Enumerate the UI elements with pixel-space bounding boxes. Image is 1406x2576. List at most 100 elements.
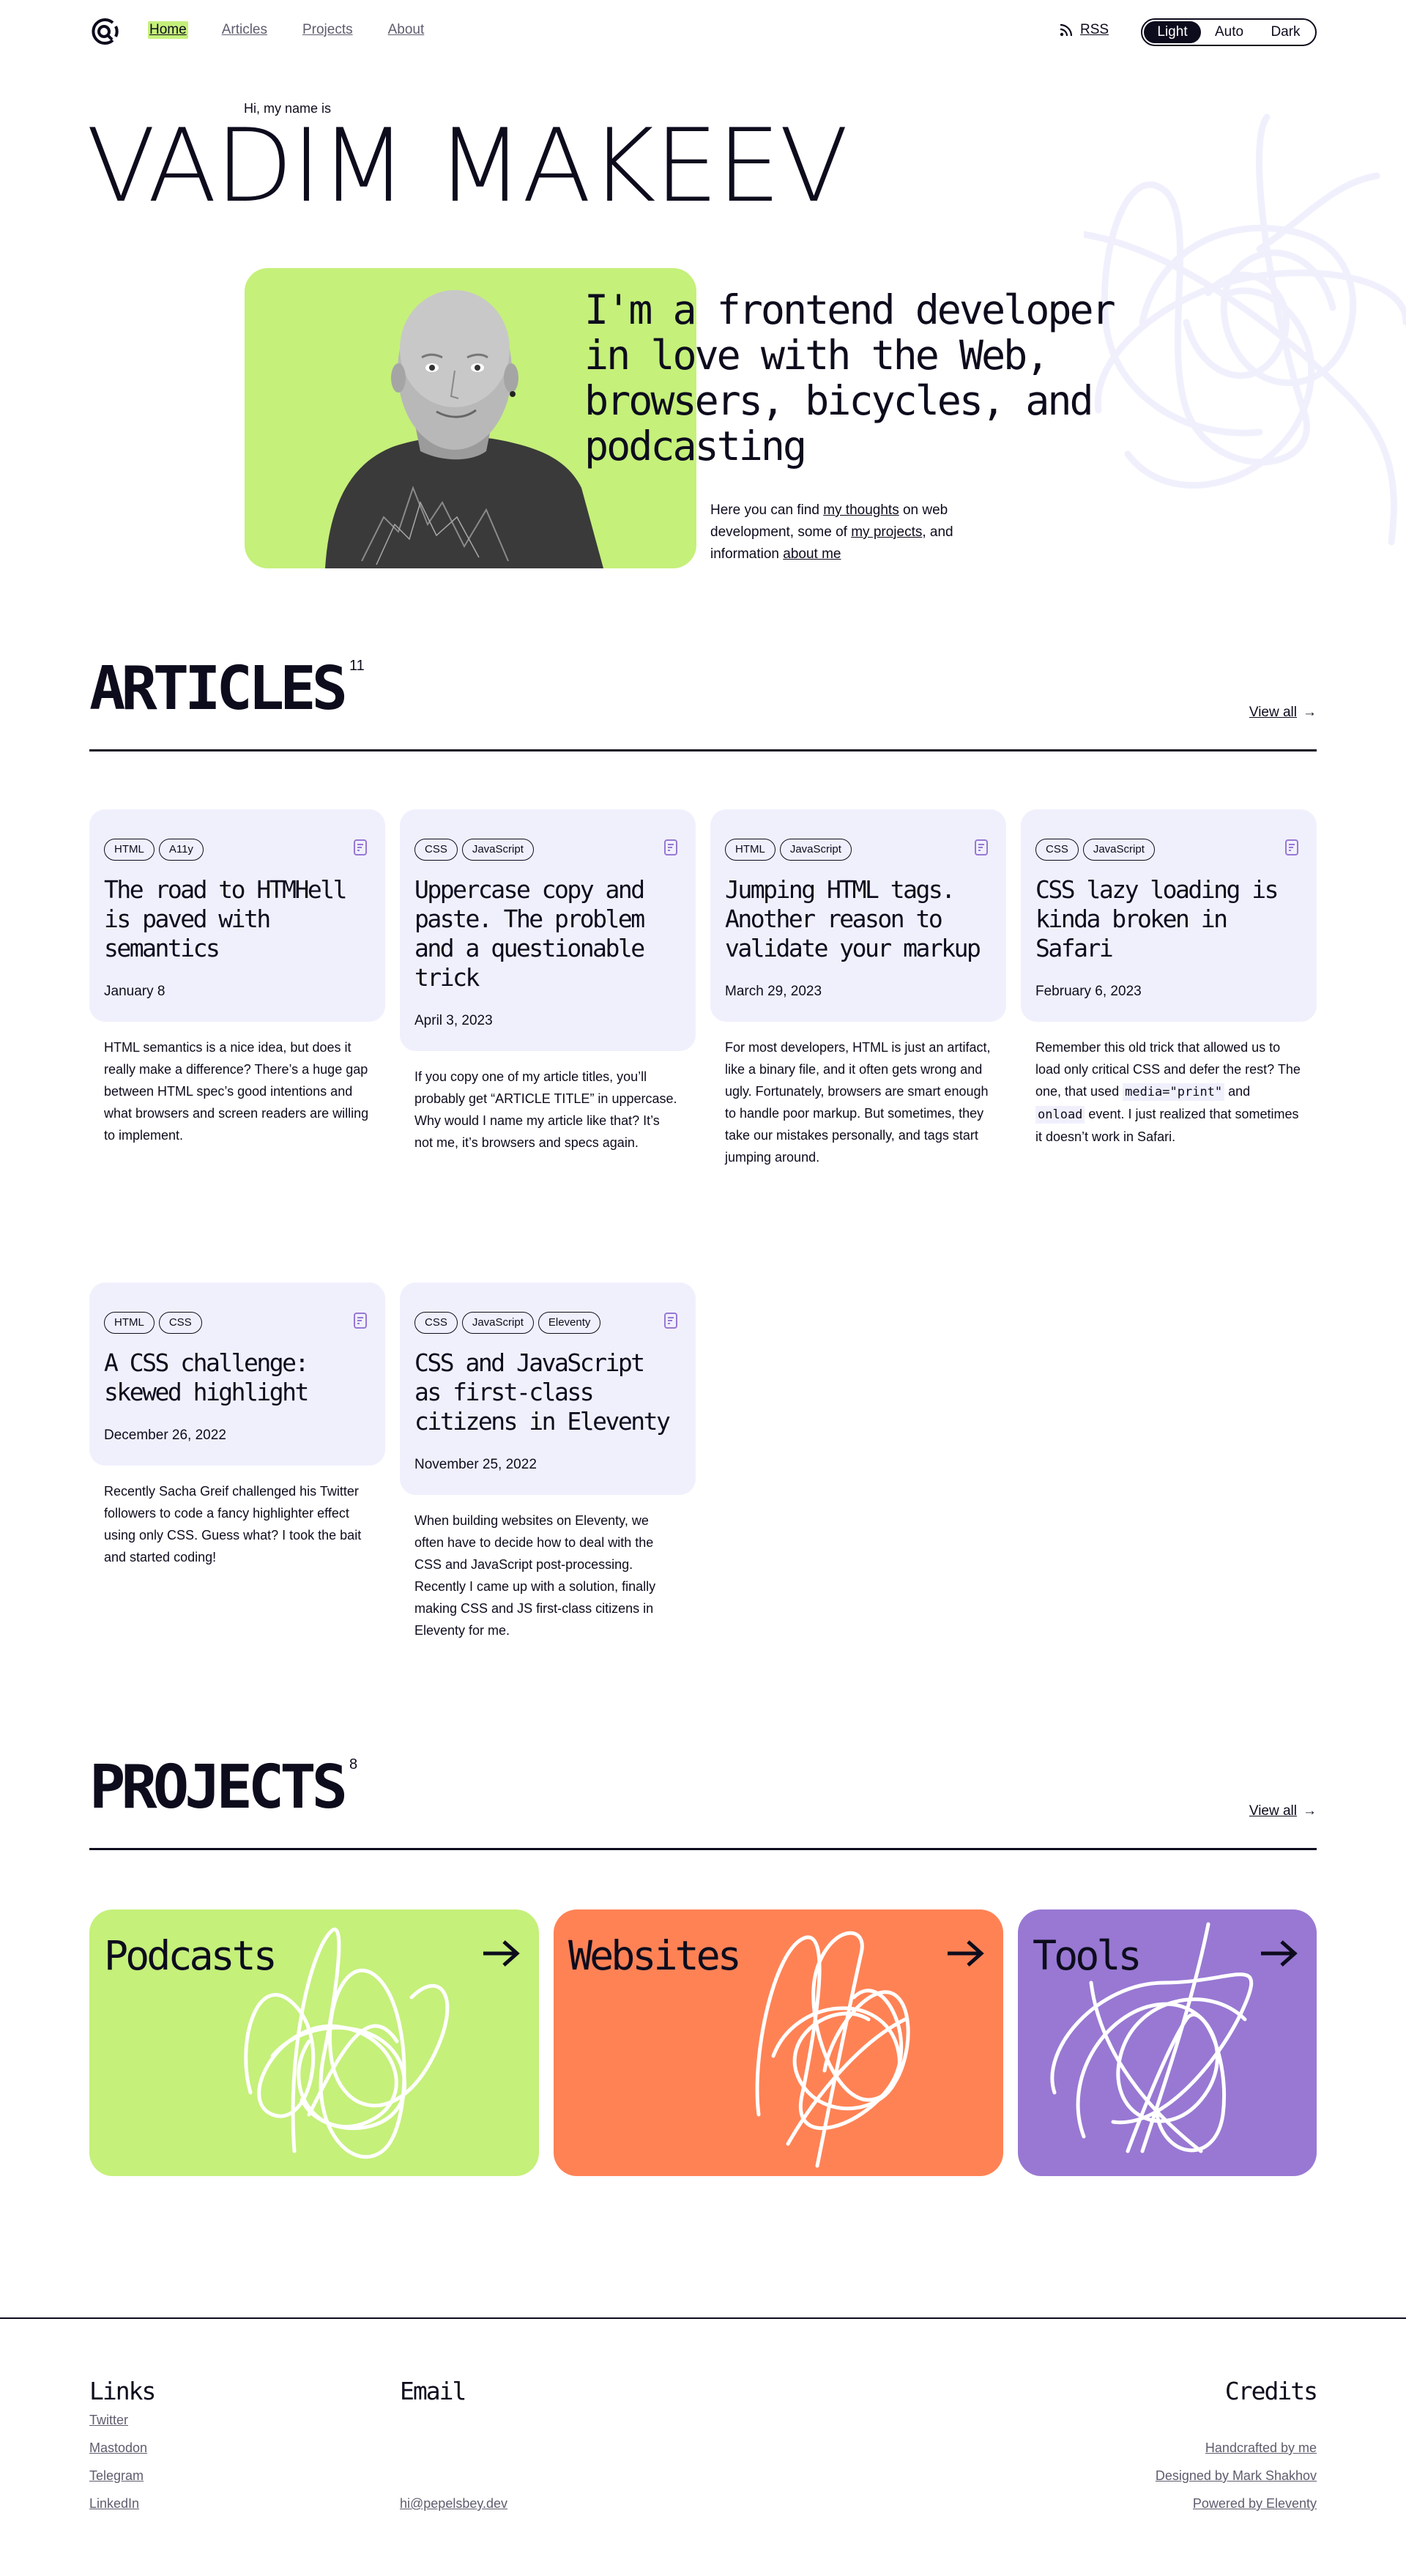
credit-powered[interactable]: Powered by Eleventy <box>1156 2490 1317 2517</box>
articles-section-header: ARTICLES 11 View all → <box>89 654 1317 751</box>
tag-list: HTML A11y <box>104 839 371 861</box>
tag[interactable]: Eleventy <box>538 1312 601 1334</box>
footer-links: Links Twitter Mastodon Telegram LinkedIn <box>89 2377 156 2517</box>
article-card-header[interactable]: HTML CSS A CSS challenge: skewed highligh… <box>89 1283 385 1466</box>
article-title[interactable]: Uppercase copy and paste. The problem an… <box>414 875 681 992</box>
project-label: Websites <box>568 1932 742 1979</box>
footer-link-mastodon[interactable]: Mastodon <box>89 2434 155 2462</box>
articles-heading: ARTICLES <box>89 654 348 724</box>
tag[interactable]: HTML <box>104 839 155 861</box>
article-card[interactable]: HTML A11y The road to HTMHell is paved wi… <box>89 809 385 1146</box>
article-title[interactable]: CSS lazy loading is kinda broken in Safa… <box>1035 875 1302 963</box>
articles-view-all-link[interactable]: View all <box>1249 705 1297 721</box>
tag-list: CSS JavaScript <box>414 839 681 861</box>
article-date: January 8 <box>104 984 165 999</box>
inline-code: onload <box>1035 1106 1085 1124</box>
tag[interactable]: JavaScript <box>461 839 534 861</box>
email-link[interactable]: hi@pepelsbey.dev <box>400 2490 507 2517</box>
document-icon <box>354 839 367 855</box>
article-card[interactable]: CSS JavaScript CSS lazy loading is kinda … <box>1021 809 1317 1148</box>
tag-list: HTML CSS <box>104 1312 371 1334</box>
article-excerpt: When building websites on Eleventy, we o… <box>400 1495 696 1641</box>
article-card[interactable]: CSS JavaScript Uppercase copy and paste. … <box>400 809 696 1154</box>
article-card[interactable]: HTML JavaScript Jumping HTML tags. Anothe… <box>710 809 1006 1168</box>
document-icon <box>664 839 677 855</box>
credit-designed[interactable]: Designed by Mark Shakhov <box>1156 2462 1317 2490</box>
document-icon <box>1285 839 1298 855</box>
nav-projects[interactable]: Projects <box>301 21 354 39</box>
article-date: March 29, 2023 <box>725 984 822 999</box>
article-card-header[interactable]: HTML JavaScript Jumping HTML tags. Anothe… <box>710 809 1006 1022</box>
article-card-header[interactable]: HTML A11y The road to HTMHell is paved wi… <box>89 809 385 1022</box>
arrow-right-icon <box>948 1940 984 1967</box>
my-projects-link[interactable]: my projects <box>851 524 922 540</box>
footer-credits-title: Credits <box>1224 2377 1318 2405</box>
projects-heading: PROJECTS <box>89 1753 348 1822</box>
nav-about[interactable]: About <box>387 21 426 39</box>
tag[interactable]: CSS <box>1035 839 1079 861</box>
document-icon <box>975 839 988 855</box>
document-icon <box>664 1313 677 1329</box>
tag[interactable]: JavaScript <box>461 1312 534 1334</box>
tag[interactable]: CSS <box>414 1312 458 1334</box>
article-excerpt: If you copy one of my article titles, yo… <box>400 1051 696 1154</box>
theme-auto[interactable]: Auto <box>1201 21 1257 43</box>
project-tools[interactable]: Tools <box>1018 1909 1317 2176</box>
logo-icon[interactable] <box>89 16 119 47</box>
footer-link-twitter[interactable]: Twitter <box>89 2406 155 2434</box>
projects-view-all: View all → <box>1249 1803 1317 1819</box>
tag[interactable]: CSS <box>158 1312 202 1334</box>
projects-view-all-link[interactable]: View all <box>1249 1803 1297 1819</box>
article-title[interactable]: A CSS challenge: skewed highlight <box>104 1348 371 1407</box>
article-card-header[interactable]: CSS JavaScript CSS lazy loading is kinda … <box>1021 809 1317 1022</box>
my-thoughts-link[interactable]: my thoughts <box>823 502 899 518</box>
document-icon <box>354 1313 367 1329</box>
footer-credits: Credits Handcrafted by me Designed by Ma… <box>1156 2377 1318 2517</box>
theme-switcher: Light Auto Dark <box>1141 18 1317 46</box>
theme-dark[interactable]: Dark <box>1257 21 1314 43</box>
tag-list: HTML JavaScript <box>725 839 992 861</box>
footer-link-linkedin[interactable]: LinkedIn <box>89 2490 155 2517</box>
intro-text: Here you can find my thoughts on web dev… <box>710 500 989 565</box>
article-excerpt: For most developers, HTML is just an art… <box>710 1022 1006 1168</box>
excerpt-text: HTML semantics is a nice idea, but does … <box>104 1040 369 1143</box>
article-card[interactable]: CSS JavaScript Eleventy CSS and JavaScript… <box>400 1283 696 1641</box>
main-nav: Home Articles Projects About <box>148 21 458 39</box>
nav-articles[interactable]: Articles <box>220 21 269 39</box>
article-title[interactable]: The road to HTMHell is paved with semant… <box>104 875 371 963</box>
site-header: Home Articles Projects About RSS Light A… <box>0 0 1406 63</box>
article-title[interactable]: CSS and JavaScript as first-class citize… <box>414 1348 681 1436</box>
project-podcasts[interactable]: Podcasts <box>89 1909 539 2176</box>
article-card-header[interactable]: CSS JavaScript Uppercase copy and paste. … <box>400 809 696 1051</box>
arrow-right-icon <box>1261 1940 1298 1967</box>
article-card-header[interactable]: CSS JavaScript Eleventy CSS and JavaScript… <box>400 1283 696 1495</box>
tag[interactable]: A11y <box>158 839 204 861</box>
article-card[interactable]: HTML CSS A CSS challenge: skewed highligh… <box>89 1283 385 1568</box>
theme-light[interactable]: Light <box>1144 21 1201 43</box>
tag[interactable]: CSS <box>414 839 458 861</box>
article-date: April 3, 2023 <box>414 1013 493 1028</box>
nav-home[interactable]: Home <box>148 21 188 39</box>
article-date: December 26, 2022 <box>104 1428 226 1443</box>
excerpt-text: Recently Sacha Greif challenged his Twit… <box>104 1484 362 1564</box>
article-excerpt: Remember this old trick that allowed us … <box>1021 1022 1317 1148</box>
footer-link-telegram[interactable]: Telegram <box>89 2462 155 2490</box>
project-websites[interactable]: Websites <box>554 1909 1003 2176</box>
tag-list: CSS JavaScript Eleventy <box>414 1312 681 1334</box>
project-label: Tools <box>1033 1932 1142 1979</box>
about-me-link[interactable]: about me <box>783 546 841 562</box>
tag[interactable]: JavaScript <box>779 839 852 861</box>
tag[interactable]: HTML <box>104 1312 155 1334</box>
rss-link[interactable]: RSS <box>1080 22 1109 38</box>
arrow-right-icon: → <box>1303 1803 1317 1819</box>
excerpt-text: If you copy one of my article titles, yo… <box>414 1069 677 1150</box>
tag[interactable]: HTML <box>725 839 775 861</box>
tag-list: CSS JavaScript <box>1035 839 1302 861</box>
rss-icon <box>1060 23 1073 37</box>
credit-handcrafted[interactable]: Handcrafted by me <box>1156 2434 1317 2462</box>
article-excerpt: Recently Sacha Greif challenged his Twit… <box>89 1466 385 1568</box>
tag[interactable]: JavaScript <box>1082 839 1155 861</box>
project-label: Podcasts <box>104 1932 278 1979</box>
arrow-right-icon <box>483 1940 520 1967</box>
article-title[interactable]: Jumping HTML tags. Another reason to val… <box>725 875 992 963</box>
